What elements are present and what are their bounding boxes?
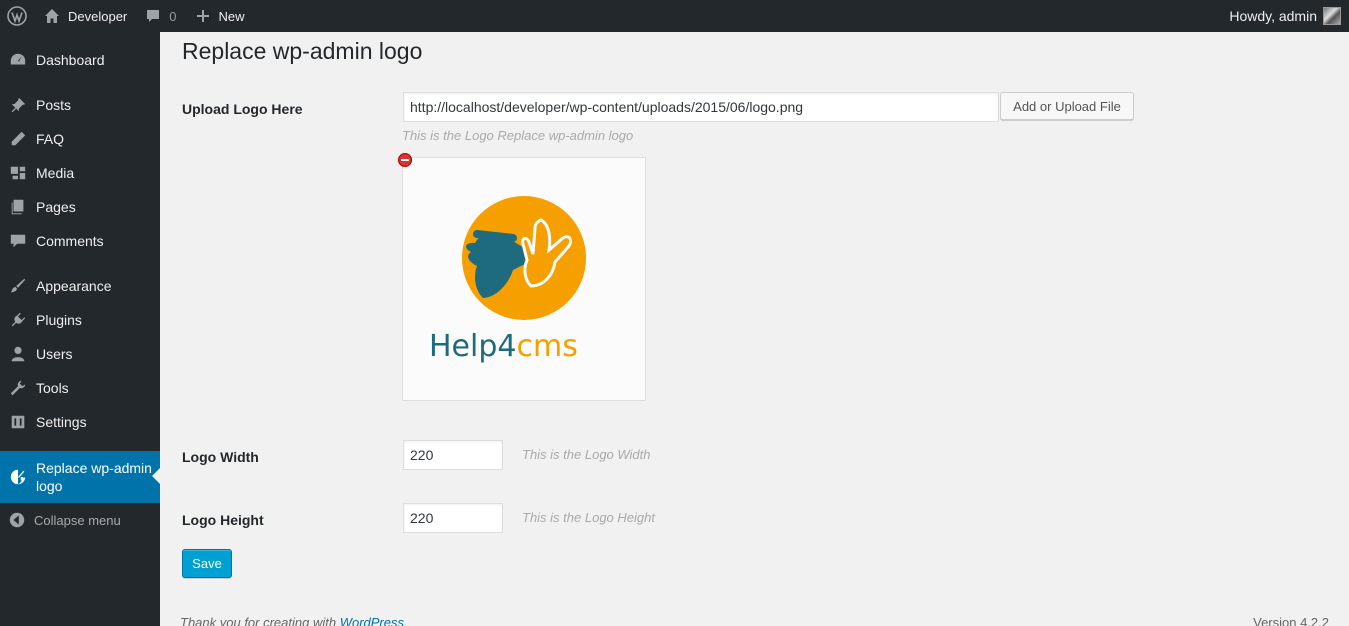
- save-button[interactable]: Save: [182, 549, 232, 578]
- footer-thanks-suffix: .: [404, 615, 408, 626]
- users-icon: [0, 345, 36, 363]
- new-content-menu[interactable]: New: [185, 0, 253, 32]
- sidebar-item-label: Replace wp-admin logo: [36, 460, 152, 494]
- footer-thanks: Thank you for creating with WordPress.: [180, 615, 408, 626]
- sidebar-item-users[interactable]: Users: [0, 337, 160, 371]
- site-name-menu[interactable]: Developer: [34, 0, 135, 32]
- sidebar-item-plugins[interactable]: Plugins: [0, 303, 160, 337]
- palette-icon: [0, 468, 36, 486]
- sidebar-item-settings[interactable]: Settings: [0, 405, 160, 439]
- logo-url-input[interactable]: http://localhost/developer/wp-content/up…: [403, 92, 999, 122]
- wordpress-icon: [7, 6, 27, 26]
- help4cms-logo-image: Help4cms: [429, 196, 586, 364]
- sidebar-item-comments[interactable]: Comments: [0, 224, 160, 258]
- upload-logo-label: Upload Logo Here: [182, 101, 303, 117]
- sidebar-item-label: Users: [36, 346, 73, 362]
- sidebar-item-label: Tools: [36, 380, 69, 396]
- sidebar-item-appearance[interactable]: Appearance: [0, 269, 160, 303]
- comment-icon: [143, 6, 163, 26]
- sidebar-item-label: Dashboard: [36, 52, 105, 68]
- sidebar-item-label: Pages: [36, 199, 76, 215]
- howdy-label: Howdy, admin: [1229, 8, 1317, 24]
- new-label: New: [218, 8, 245, 24]
- sidebar-item-media[interactable]: Media: [0, 156, 160, 190]
- sidebar-item-pages[interactable]: Pages: [0, 190, 160, 224]
- settings-icon: [0, 413, 36, 431]
- comments-menu[interactable]: 0: [135, 0, 184, 32]
- sidebar-item-tools[interactable]: Tools: [0, 371, 160, 405]
- sidebar-item-dashboard[interactable]: Dashboard: [0, 43, 160, 77]
- logo-height-input[interactable]: 220: [403, 503, 503, 533]
- sidebar-item-replace-wp-admin-logo[interactable]: Replace wp-admin logo: [0, 451, 160, 503]
- home-icon: [42, 6, 62, 26]
- sidebar-item-label: Media: [36, 165, 75, 181]
- logo-width-description: This is the Logo Width: [522, 447, 651, 462]
- logo-height-description: This is the Logo Height: [522, 510, 655, 525]
- sidebar-item-label: Settings: [36, 414, 87, 430]
- page-title: Replace wp-admin logo: [182, 38, 423, 64]
- site-name-label: Developer: [68, 8, 128, 24]
- admin-menu: Dashboard Posts FAQ Media Pages Comments…: [0, 32, 160, 626]
- add-or-upload-file-button[interactable]: Add or Upload File: [1000, 92, 1134, 120]
- collapse-menu-label: Collapse menu: [34, 512, 121, 528]
- media-icon: [0, 164, 36, 182]
- avatar: [1323, 7, 1341, 25]
- logo-brand-text: Help4cms: [429, 329, 578, 364]
- paintbrush-icon: [0, 277, 36, 295]
- dashboard-icon: [0, 51, 36, 69]
- footer-version: Version 4.2.2: [1253, 615, 1329, 626]
- collapse-menu-button[interactable]: Collapse menu: [0, 503, 160, 537]
- wordpress-link[interactable]: WordPress: [340, 615, 404, 626]
- logo-width-input[interactable]: 220: [403, 440, 503, 470]
- footer-thanks-text: Thank you for creating with: [180, 615, 340, 626]
- logo-width-label: Logo Width: [182, 449, 259, 465]
- sidebar-item-label: Appearance: [36, 278, 112, 294]
- comment-icon: [0, 232, 36, 250]
- remove-logo-icon[interactable]: [398, 153, 412, 167]
- sidebar-item-label: Plugins: [36, 312, 82, 328]
- logo-preview: Help4cms: [402, 157, 646, 401]
- sidebar-item-faq[interactable]: FAQ: [0, 122, 160, 156]
- sidebar-item-posts[interactable]: Posts: [0, 88, 160, 122]
- account-menu[interactable]: Howdy, admin: [1229, 0, 1349, 32]
- pushpin-icon: [0, 96, 36, 114]
- upload-description: This is the Logo Replace wp-admin logo: [402, 128, 634, 143]
- logo-height-label: Logo Height: [182, 512, 264, 528]
- plus-icon: [193, 6, 213, 26]
- wordpress-logo-menu[interactable]: [0, 0, 34, 32]
- pages-icon: [0, 198, 36, 216]
- plugin-icon: [0, 311, 36, 329]
- sidebar-item-label: FAQ: [36, 131, 65, 147]
- collapse-icon: [0, 511, 34, 529]
- admin-bar: Developer 0 New Howdy, admin: [0, 0, 1349, 32]
- comments-count: 0: [169, 8, 177, 24]
- wrench-icon: [0, 379, 36, 397]
- sidebar-item-label: Comments: [36, 233, 104, 249]
- sidebar-item-label: Posts: [36, 97, 72, 113]
- pencil-icon: [0, 130, 36, 148]
